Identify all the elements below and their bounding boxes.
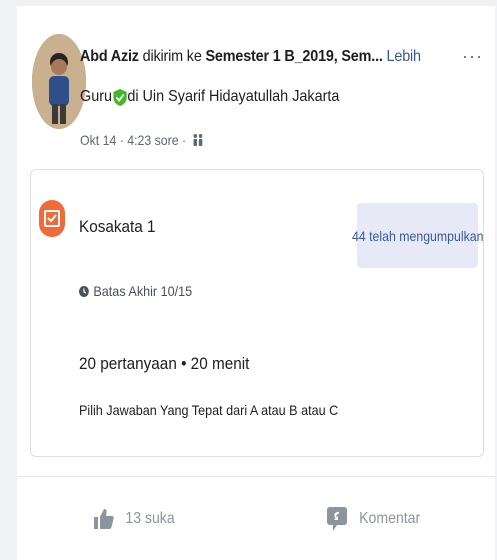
comment-button[interactable]: Komentar bbox=[256, 484, 495, 554]
submissions-button[interactable]: 44 telah mengumpulkan bbox=[352, 203, 483, 268]
more-icon[interactable]: ··· bbox=[462, 46, 483, 67]
post-actions: 13 suka Komentar bbox=[17, 484, 495, 554]
author-line: Abd Aziz dikirim ke Semester 1 B_2019, S… bbox=[80, 48, 421, 66]
like-label: 13 suka bbox=[125, 510, 176, 527]
more-link[interactable]: Lebih bbox=[387, 48, 422, 65]
author-role: Guru di Uin Syarif Hidayatullah Jakarta bbox=[80, 88, 339, 106]
group-audience-icon bbox=[191, 133, 203, 147]
deadline: Batas Akhir 10/15 bbox=[79, 283, 192, 299]
deadline-text: Batas Akhir 10/15 bbox=[93, 283, 193, 299]
divider bbox=[17, 476, 495, 477]
role-prefix: Guru bbox=[80, 88, 113, 105]
sent-to-text: dikirim ke bbox=[142, 48, 202, 65]
assignment-title[interactable]: Kosakata 1 bbox=[79, 217, 156, 237]
post-meta: Okt 14 · 4:23 sore · bbox=[80, 132, 204, 148]
post-header: Abd Aziz dikirim ke Semester 1 B_2019, S… bbox=[17, 6, 495, 166]
comment-icon bbox=[326, 507, 347, 531]
assignment-icon bbox=[39, 200, 65, 237]
role-institution: di Uin Syarif Hidayatullah Jakarta bbox=[127, 88, 340, 105]
comment-label: Komentar bbox=[358, 510, 421, 527]
like-button[interactable]: 13 suka bbox=[17, 484, 256, 554]
submissions-label: 44 telah mengumpulkan bbox=[351, 227, 484, 244]
post-card: Abd Aziz dikirim ke Semester 1 B_2019, S… bbox=[17, 6, 495, 560]
avatar[interactable] bbox=[32, 34, 86, 129]
assignment-instructions: Pilih Jawaban Yang Tepat dari A atau B a… bbox=[79, 402, 339, 418]
like-icon bbox=[94, 508, 115, 530]
post-timestamp[interactable]: Okt 14 · 4:23 sore · bbox=[80, 132, 186, 148]
verified-icon bbox=[112, 88, 127, 106]
assignment-card[interactable]: Kosakata 1 44 telah mengumpulkan Batas A… bbox=[30, 169, 484, 457]
author-name[interactable]: Abd Aziz bbox=[80, 48, 139, 65]
question-info: 20 pertanyaan • 20 menit bbox=[79, 354, 250, 373]
clock-icon bbox=[79, 285, 89, 297]
group-truncated[interactable]: Sem... bbox=[341, 48, 383, 65]
group-name[interactable]: Semester 1 B_2019, bbox=[205, 48, 337, 65]
